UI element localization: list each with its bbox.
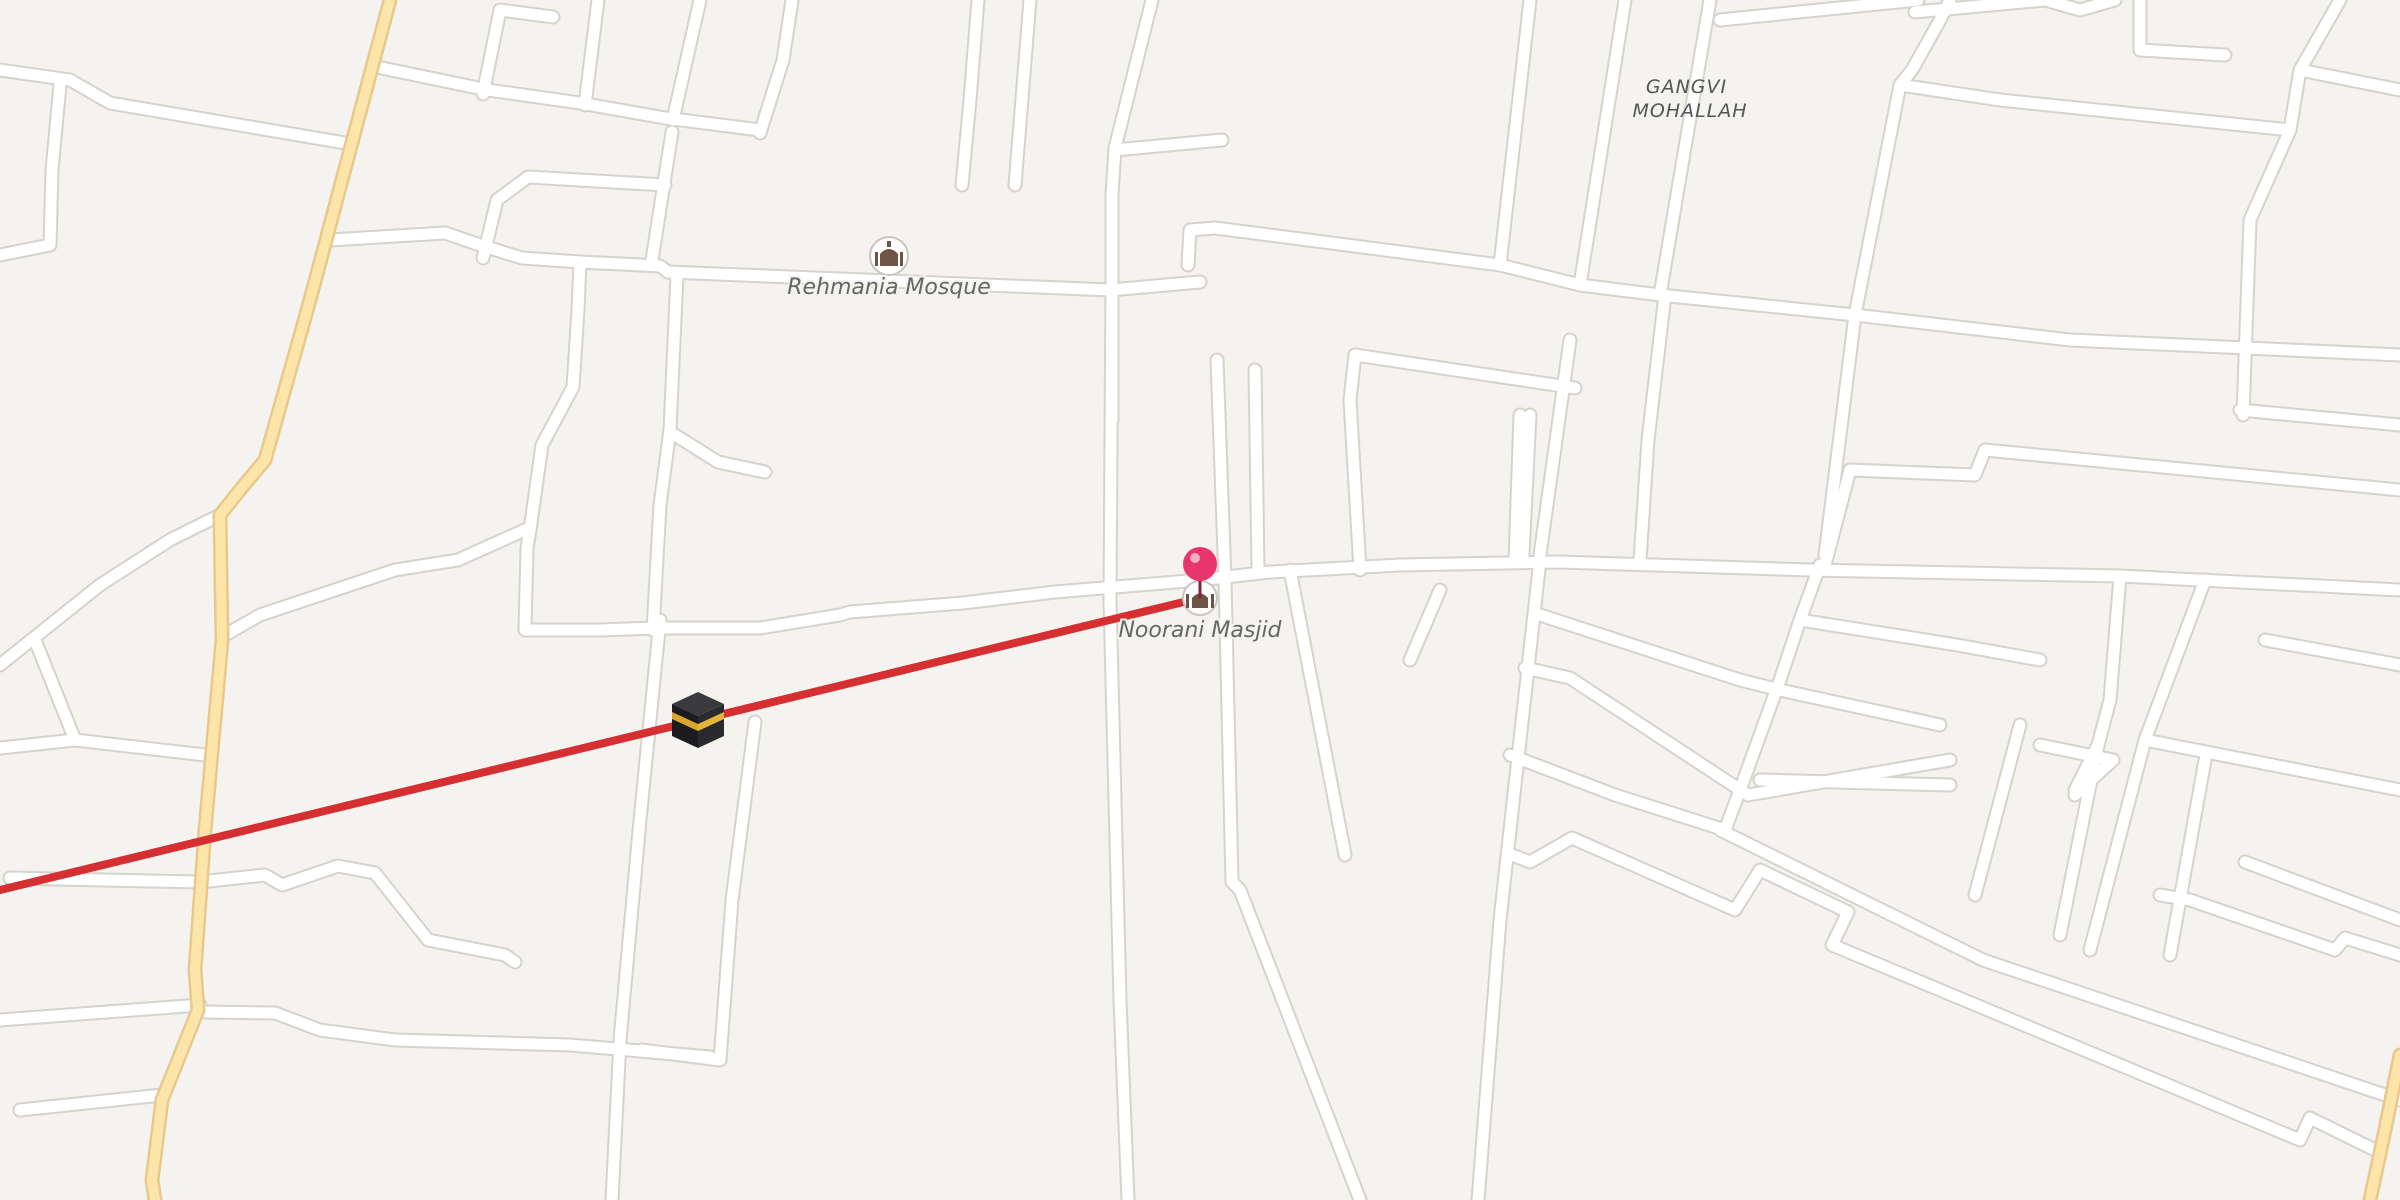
road-casing	[1712, 822, 2400, 1108]
kaaba-icon	[672, 692, 724, 748]
main-roads	[144, 0, 2400, 1200]
road	[1211, 354, 1366, 1200]
road	[1654, 0, 1716, 301]
road	[2284, 0, 2346, 136]
road	[1249, 364, 1264, 574]
road	[1849, 0, 1956, 321]
road	[1794, 614, 2046, 666]
poi-label: Noorani Masjid	[1118, 618, 1282, 643]
road	[667, 0, 706, 126]
road	[1472, 554, 1546, 1200]
road	[2164, 754, 2211, 961]
road	[2139, 734, 2400, 796]
road	[2259, 634, 2400, 671]
road	[1517, 409, 1536, 561]
road	[1506, 832, 2381, 1156]
map-svg: GANGVI MOHALLAH Rehmania Mosque Noorani …	[0, 0, 2400, 1200]
area-label-line1: GANGVI	[1646, 76, 1727, 98]
road	[579, 0, 604, 111]
road	[1894, 79, 2296, 136]
road	[2234, 404, 2400, 431]
road	[14, 1089, 168, 1116]
mosque-icon	[869, 236, 909, 276]
road	[1284, 564, 1351, 861]
area-label-line2: MOHALLAH	[1632, 100, 1747, 122]
map-canvas[interactable]: GANGVI MOHALLAH Rehmania Mosque Noorani …	[0, 0, 2400, 1200]
road	[606, 614, 666, 1200]
poi-rehmania-mosque[interactable]: Rehmania Mosque	[785, 236, 993, 302]
road	[0, 999, 206, 1026]
road	[2139, 574, 2211, 746]
road	[1969, 719, 2026, 901]
poi-label: Rehmania Mosque	[787, 275, 991, 300]
road-casing	[1209, 352, 1368, 1200]
road	[1494, 0, 1536, 271]
road	[636, 716, 761, 1066]
road	[1106, 0, 1158, 201]
qibla-direction-line	[0, 594, 1204, 894]
road	[1574, 0, 1631, 291]
road	[371, 61, 766, 136]
road	[1349, 349, 1581, 394]
road	[1774, 684, 1946, 731]
road	[1182, 222, 1506, 271]
road	[2239, 856, 2400, 926]
road	[669, 429, 771, 478]
road	[1404, 584, 1446, 666]
road	[1654, 289, 2400, 361]
road	[4, 860, 521, 968]
road	[1009, 0, 1036, 191]
road	[1534, 334, 1576, 561]
